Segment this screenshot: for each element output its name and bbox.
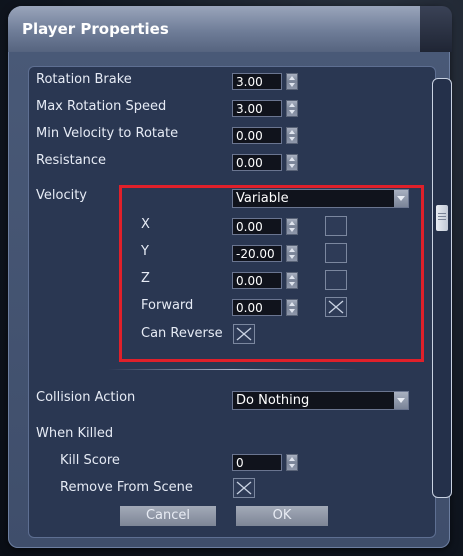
min-velocity-to-rotate-input[interactable]: 0.00 xyxy=(232,127,282,144)
remove-from-scene-label: Remove From Scene xyxy=(60,480,193,495)
rotation-brake-input[interactable]: 3.00 xyxy=(232,73,282,90)
velocity-highlight-box xyxy=(119,185,424,362)
checkbox-x-icon xyxy=(236,481,252,495)
section-divider xyxy=(108,369,358,370)
resistance-label: Resistance xyxy=(36,153,107,168)
max-rotation-speed-spin-icon[interactable] xyxy=(286,100,298,117)
collision-action-label: Collision Action xyxy=(36,390,136,405)
min-velocity-to-rotate-label: Min Velocity to Rotate xyxy=(36,126,179,141)
collision-action-select[interactable]: Do Nothing xyxy=(232,391,409,410)
resistance-input[interactable]: 0.00 xyxy=(232,154,282,171)
dropdown-arrow-icon[interactable] xyxy=(394,392,408,409)
window-title: Player Properties xyxy=(22,20,169,38)
resistance-spin-icon[interactable] xyxy=(286,154,298,171)
scroll-thumb-grip-icon[interactable] xyxy=(436,205,448,231)
collision-action-value: Do Nothing xyxy=(236,393,310,408)
player-properties-window: Player Properties Rotation Brake 3.00 Ma… xyxy=(8,6,452,548)
title-bar[interactable]: Player Properties xyxy=(8,6,426,52)
min-velocity-to-rotate-spin-icon[interactable] xyxy=(286,127,298,144)
remove-from-scene-checkbox[interactable] xyxy=(233,478,255,498)
cancel-button[interactable]: Cancel xyxy=(120,506,216,526)
kill-score-spin-icon[interactable] xyxy=(286,454,298,471)
title-bar-corner xyxy=(420,6,452,52)
kill-score-label: Kill Score xyxy=(60,453,120,468)
when-killed-label: When Killed xyxy=(36,426,114,441)
vertical-scrollbar[interactable] xyxy=(432,78,452,498)
max-rotation-speed-input[interactable]: 3.00 xyxy=(232,100,282,117)
max-rotation-speed-label: Max Rotation Speed xyxy=(36,99,167,114)
rotation-brake-spin-icon[interactable] xyxy=(286,73,298,90)
kill-score-input[interactable]: 0 xyxy=(232,454,282,471)
ok-button[interactable]: OK xyxy=(236,506,328,526)
velocity-label: Velocity xyxy=(36,188,87,203)
rotation-brake-label: Rotation Brake xyxy=(36,72,132,87)
